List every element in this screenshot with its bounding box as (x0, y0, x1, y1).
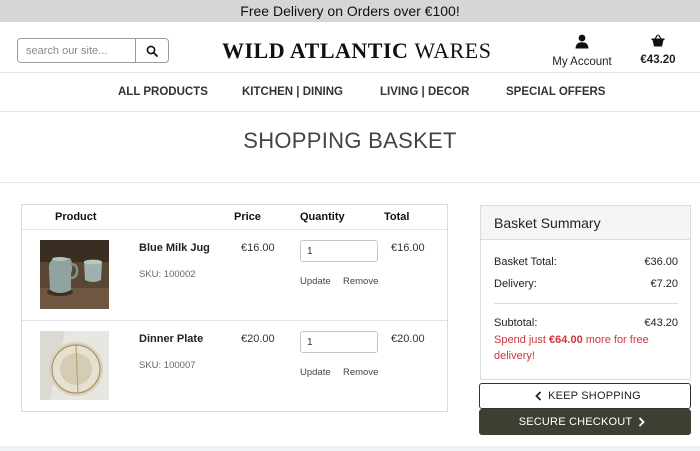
update-link[interactable]: Update (300, 367, 331, 378)
remove-link[interactable]: Remove (343, 367, 378, 378)
free-delivery-prefix: Spend just (494, 334, 546, 346)
basket-link[interactable]: €43.20 (636, 34, 680, 66)
search-icon (146, 45, 158, 57)
nav-item-all-products[interactable]: ALL PRODUCTS (118, 86, 208, 98)
search-form (17, 38, 169, 63)
product-price: €16.00 (241, 242, 275, 254)
basket-summary: Basket Summary Basket Total: €36.00 Deli… (480, 205, 691, 380)
nav-item-living-decor[interactable]: LIVING | DECOR (380, 86, 469, 98)
free-delivery-message: Spend just €64.00 more for free delivery… (494, 332, 678, 364)
dinner-plate-image[interactable] (40, 331, 109, 400)
column-header-quantity: Quantity (300, 211, 345, 223)
line-total: €16.00 (391, 242, 425, 254)
footer-edge (0, 446, 700, 451)
summary-delivery-value: €7.20 (650, 278, 678, 290)
blue-milk-jug-image[interactable] (40, 240, 109, 309)
update-link[interactable]: Update (300, 276, 331, 287)
my-account-label: My Account (552, 56, 612, 68)
secure-checkout-button[interactable]: SECURE CHECKOUT (479, 409, 691, 435)
summary-delivery-label: Delivery: (494, 278, 537, 290)
basket-table: Product Price Quantity Total Blue Milk J… (21, 204, 448, 412)
product-name[interactable]: Blue Milk Jug (139, 242, 210, 254)
product-sku: SKU: 100002 (139, 269, 196, 280)
summary-basket-total-value: €36.00 (644, 256, 678, 268)
promo-banner-text: Free Delivery on Orders over €100! (240, 3, 460, 19)
header-divider (22, 229, 447, 230)
product-sku: SKU: 100007 (139, 360, 196, 371)
my-account-link[interactable]: My Account (548, 34, 616, 68)
product-price: €20.00 (241, 333, 275, 345)
keep-shopping-button[interactable]: KEEP SHOPPING (479, 383, 691, 409)
summary-subtotal-label: Subtotal: (494, 317, 538, 329)
keep-shopping-label: KEEP SHOPPING (548, 390, 641, 402)
summary-subtotal-value: €43.20 (644, 317, 678, 329)
nav-item-kitchen-dining[interactable]: KITCHEN | DINING (242, 86, 343, 98)
free-delivery-amount: €64.00 (549, 334, 583, 346)
basket-total-header: €43.20 (640, 54, 676, 66)
line-total: €20.00 (391, 333, 425, 345)
site-logo[interactable]: WILD ATLANTIC WARES (222, 38, 491, 64)
user-icon (575, 34, 589, 49)
column-header-product: Product (55, 211, 97, 223)
nav-item-special-offers[interactable]: SPECIAL OFFERS (506, 86, 605, 98)
summary-basket-total: Basket Total: €36.00 (494, 256, 678, 268)
summary-basket-total-label: Basket Total: (494, 256, 557, 268)
summary-delivery: Delivery: €7.20 (494, 278, 678, 290)
promo-banner: Free Delivery on Orders over €100! (0, 0, 700, 22)
section-divider (0, 182, 700, 183)
chevron-left-icon (535, 391, 542, 401)
quantity-input[interactable] (300, 331, 378, 353)
search-input[interactable] (18, 39, 135, 62)
logo-text-bold: WILD ATLANTIC (222, 38, 409, 63)
remove-link[interactable]: Remove (343, 276, 378, 287)
column-header-total: Total (384, 211, 410, 223)
product-name[interactable]: Dinner Plate (139, 333, 203, 345)
row-divider (22, 320, 447, 321)
secure-checkout-label: SECURE CHECKOUT (518, 416, 633, 428)
quantity-input[interactable] (300, 240, 378, 262)
chevron-right-icon (639, 417, 646, 427)
basket-icon (651, 34, 665, 47)
basket-summary-title: Basket Summary (481, 206, 690, 240)
main-nav: ALL PRODUCTS KITCHEN | DINING LIVING | D… (0, 72, 700, 112)
summary-divider (494, 303, 678, 304)
search-button[interactable] (135, 39, 168, 62)
page-title: SHOPPING BASKET (243, 128, 457, 153)
logo-text-thin: WARES (414, 38, 492, 63)
site-header: WILD ATLANTIC WARES My Account €43.20 (0, 22, 700, 72)
column-header-price: Price (234, 211, 261, 223)
summary-subtotal: Subtotal: €43.20 (494, 317, 678, 329)
